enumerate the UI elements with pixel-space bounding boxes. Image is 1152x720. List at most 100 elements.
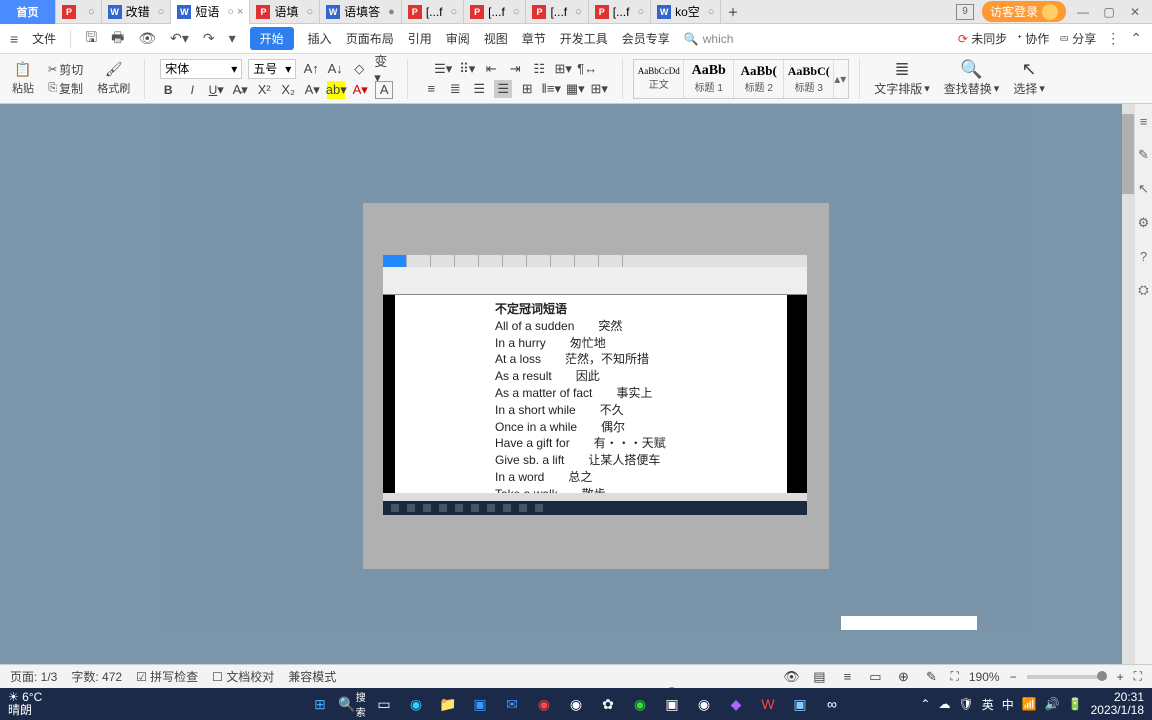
tab-count-badge[interactable]: 9: [956, 4, 974, 20]
share-button[interactable]: ⮹ 分享: [1059, 30, 1096, 47]
print-layout-icon[interactable]: ▤: [810, 668, 828, 686]
chrome2-icon[interactable]: ◉: [693, 693, 715, 715]
grow-font-icon[interactable]: A↑: [302, 60, 320, 78]
select-icon[interactable]: ↖: [1020, 60, 1038, 78]
preview-icon[interactable]: 👁: [138, 30, 156, 47]
zoom-reset[interactable]: ⛶: [950, 669, 958, 684]
menu-review[interactable]: 审阅: [446, 30, 470, 47]
close-icon[interactable]: ○: [88, 6, 95, 18]
redo-icon[interactable]: ↷: [203, 30, 215, 47]
menu-layout[interactable]: 页面布局: [346, 30, 394, 47]
wifi-icon[interactable]: 📶: [1022, 697, 1037, 711]
file-menu[interactable]: 文件: [32, 30, 56, 47]
menu-chapter[interactable]: 章节: [522, 30, 546, 47]
pointer-icon[interactable]: ↖: [1138, 181, 1149, 197]
close-icon[interactable]: ○: [708, 6, 715, 18]
app4-icon[interactable]: ▣: [661, 693, 683, 715]
clock[interactable]: 20:31 2023/1/18: [1091, 691, 1144, 717]
copy-button[interactable]: ⎘ 复制: [48, 80, 83, 97]
tab-4[interactable]: P语填○: [250, 0, 320, 24]
explorer-icon[interactable]: 📁: [437, 693, 459, 715]
borders-icon[interactable]: ⊞▾: [590, 80, 608, 98]
tray-chevron-icon[interactable]: ⌃: [920, 697, 930, 711]
app5-icon[interactable]: ◆: [725, 693, 747, 715]
subscript-icon[interactable]: X₂: [279, 81, 297, 99]
italic-icon[interactable]: I: [183, 81, 201, 99]
word-count[interactable]: 字数: 472: [71, 668, 122, 685]
text-box[interactable]: [841, 616, 977, 630]
bold-icon[interactable]: B: [159, 81, 177, 99]
proofing-toggle[interactable]: ☐ 文档校对: [212, 668, 274, 685]
collab-button[interactable]: ᐩ 协作: [1017, 30, 1049, 47]
search-input[interactable]: [703, 32, 783, 46]
style-h2[interactable]: AaBb(标题 2: [734, 60, 784, 98]
kebab-icon[interactable]: ⋮: [1106, 30, 1120, 47]
app3-icon[interactable]: ✿: [597, 693, 619, 715]
font-select[interactable]: 宋体▾: [160, 59, 242, 79]
char-border-icon[interactable]: A: [375, 81, 393, 99]
size-select[interactable]: 五号▾: [248, 59, 296, 79]
embedded-image[interactable]: 不定冠词短语All of a sudden 突然In a hurry 匆忙地At…: [363, 203, 829, 569]
justify-icon[interactable]: ☰: [494, 80, 512, 98]
close-icon[interactable]: ○: [575, 6, 582, 18]
dropdown-icon[interactable]: ▾: [229, 30, 236, 47]
sort-icon[interactable]: ☷: [530, 60, 548, 78]
tab-add[interactable]: ＋: [721, 0, 744, 24]
zoom-in[interactable]: +: [1117, 670, 1124, 684]
app2-icon[interactable]: ◉: [533, 693, 555, 715]
app6-icon[interactable]: ▣: [789, 693, 811, 715]
close-icon[interactable]: ○ ×: [227, 6, 243, 18]
settings-icon[interactable]: ⚙: [1138, 215, 1150, 231]
taskbar-search[interactable]: 🔍 搜索: [341, 693, 363, 715]
wps-icon[interactable]: W: [757, 693, 779, 715]
read-icon[interactable]: ▭: [866, 668, 884, 686]
menu-ref[interactable]: 引用: [408, 30, 432, 47]
unsync-button[interactable]: ⟳ 未同步: [958, 30, 1007, 47]
edge-icon[interactable]: ◉: [405, 693, 427, 715]
edit-icon[interactable]: ✎: [922, 668, 940, 686]
tab-10[interactable]: Wko空○: [651, 0, 721, 24]
maximize-icon[interactable]: ▢: [1100, 3, 1118, 21]
tab-8[interactable]: P[...f○: [526, 0, 588, 24]
close-icon[interactable]: ○: [306, 6, 313, 18]
align-center-icon[interactable]: ≣: [446, 80, 464, 98]
vertical-scrollbar[interactable]: [1122, 104, 1134, 674]
tab-7[interactable]: P[...f○: [464, 0, 526, 24]
zoom-slider[interactable]: [1027, 675, 1107, 679]
style-h1[interactable]: AaBb标题 1: [684, 60, 734, 98]
close-icon[interactable]: ○: [450, 6, 457, 18]
taskview-icon[interactable]: ▭: [373, 693, 395, 715]
style-normal[interactable]: AaBbCcDd正文: [634, 60, 684, 98]
tab-3-active[interactable]: W短语○ ×: [171, 0, 250, 24]
paste-button[interactable]: 📋: [14, 61, 31, 78]
close-icon[interactable]: ●: [388, 6, 395, 18]
numbering-icon[interactable]: ⠿▾: [458, 60, 476, 78]
tray-defender-icon[interactable]: 🛡: [958, 697, 973, 711]
dec-indent-icon[interactable]: ⇤: [482, 60, 500, 78]
menu-insert[interactable]: 插入: [308, 30, 332, 47]
close-icon[interactable]: ○: [513, 6, 520, 18]
web-icon[interactable]: ⊕: [894, 668, 912, 686]
tab-5[interactable]: W语填答●: [320, 0, 402, 24]
inc-indent-icon[interactable]: ⇥: [506, 60, 524, 78]
find-icon[interactable]: 🔍: [963, 60, 981, 78]
eye-icon[interactable]: 👁: [782, 668, 800, 686]
spellcheck-toggle[interactable]: ☑ 拼写检查: [136, 668, 198, 685]
tab-6[interactable]: P[...f○: [402, 0, 464, 24]
scroll-thumb[interactable]: [1122, 114, 1134, 194]
align-left-icon[interactable]: ≡: [422, 80, 440, 98]
clear-format-icon[interactable]: ◇: [350, 60, 368, 78]
pencil-icon[interactable]: ✎: [1138, 147, 1149, 163]
close-icon[interactable]: ○: [158, 6, 165, 18]
page-indicator[interactable]: 页面: 1/3: [10, 668, 57, 685]
tab-home[interactable]: 首页: [0, 0, 56, 24]
tab-icon[interactable]: ⊞▾: [554, 60, 572, 78]
fullscreen-icon[interactable]: ⛶: [1134, 669, 1142, 684]
typeset-icon[interactable]: ≣: [893, 60, 911, 78]
collapse-icon[interactable]: ⌃: [1130, 30, 1142, 47]
font-color-icon[interactable]: A▾: [351, 81, 369, 99]
format-painter[interactable]: 🖌: [105, 61, 123, 78]
start-tab[interactable]: 开始: [250, 27, 294, 50]
bullets-icon[interactable]: ☰▾: [434, 60, 452, 78]
wechat-icon[interactable]: ◉: [629, 693, 651, 715]
